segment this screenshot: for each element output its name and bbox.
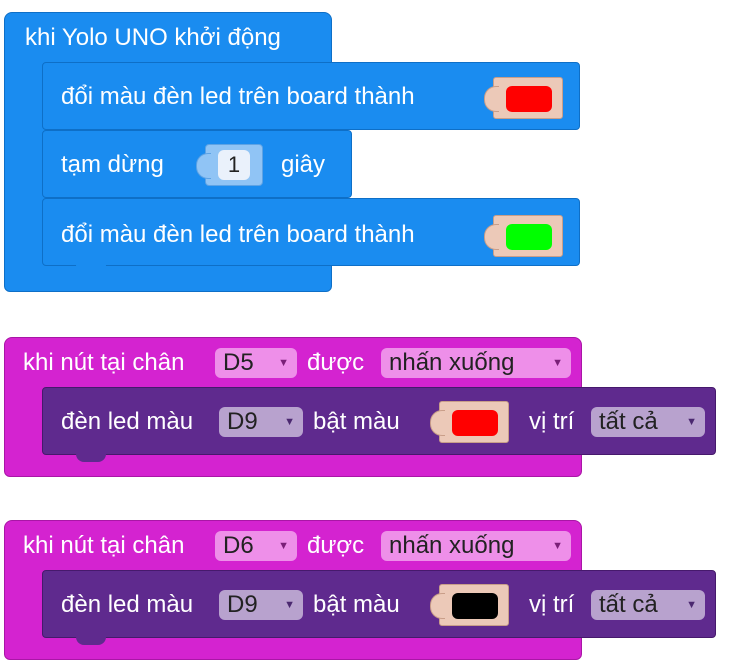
led-body-label: đèn led màu	[61, 408, 194, 435]
position-value: tất cả	[599, 408, 658, 435]
button-event-mid: được	[307, 532, 365, 559]
led-body-label: đèn led màu	[61, 591, 194, 618]
led-pin-dropdown[interactable]: D9 ▼	[219, 407, 303, 437]
action-value: nhấn xuống	[389, 349, 515, 376]
led-pin-value: D9	[227, 408, 258, 435]
button-event-prefix: khi nút tại chân	[23, 532, 185, 559]
position-label: vị trí	[529, 408, 575, 435]
action-dropdown[interactable]: nhấn xuống ▼	[381, 531, 571, 561]
pause-unit: giây	[281, 151, 326, 178]
chevron-down-icon: ▼	[552, 357, 563, 369]
position-value: tất cả	[599, 591, 658, 618]
chevron-down-icon: ▼	[278, 357, 289, 369]
color-swatch-red[interactable]	[506, 86, 552, 112]
position-dropdown[interactable]: tất cả ▼	[591, 407, 705, 437]
chevron-down-icon: ▼	[686, 416, 697, 428]
led-pin-value: D9	[227, 591, 258, 618]
led-color-step-2[interactable]: đổi màu đèn led trên board thành	[42, 198, 580, 266]
startup-event-label: khi Yolo UNO khởi động	[25, 24, 281, 51]
color-picker-2[interactable]	[484, 215, 563, 257]
led-color-label-2: đổi màu đèn led trên board thành	[61, 221, 415, 248]
action-value: nhấn xuống	[389, 532, 515, 559]
block-notch	[76, 637, 106, 645]
block-notch	[76, 454, 106, 462]
pin-dropdown[interactable]: D5 ▼	[215, 348, 297, 378]
pin-value: D5	[223, 349, 254, 376]
pause-value[interactable]: 1	[218, 150, 250, 180]
color-swatch-red[interactable]	[452, 410, 498, 436]
led-pin-dropdown[interactable]: D9 ▼	[219, 590, 303, 620]
color-swatch-black[interactable]	[452, 593, 498, 619]
chevron-down-icon: ▼	[686, 599, 697, 611]
color-picker-d5[interactable]	[430, 401, 509, 443]
block-notch	[76, 265, 106, 273]
led-color-step-1[interactable]: đổi màu đèn led trên board thành	[42, 62, 580, 130]
pin-value: D6	[223, 532, 254, 559]
button-event-mid: được	[307, 349, 365, 376]
pause-label: tạm dừng	[61, 151, 164, 178]
color-picker-d6[interactable]	[430, 584, 509, 626]
position-dropdown[interactable]: tất cả ▼	[591, 590, 705, 620]
led-on-step-d5[interactable]: đèn led màu D9 ▼ bật màu vị trí tất cả ▼	[42, 387, 716, 455]
pin-dropdown[interactable]: D6 ▼	[215, 531, 297, 561]
led-on-step-d6[interactable]: đèn led màu D9 ▼ bật màu vị trí tất cả ▼	[42, 570, 716, 638]
action-dropdown[interactable]: nhấn xuống ▼	[381, 348, 571, 378]
chevron-down-icon: ▼	[284, 416, 295, 428]
button-event-prefix: khi nút tại chân	[23, 349, 185, 376]
led-color-label-1: đổi màu đèn led trên board thành	[61, 83, 415, 110]
color-picker-1[interactable]	[484, 77, 563, 119]
position-label: vị trí	[529, 591, 575, 618]
led-on-label: bật màu	[313, 408, 400, 435]
pause-number-input[interactable]: 1	[196, 144, 263, 186]
chevron-down-icon: ▼	[552, 540, 563, 552]
color-swatch-green[interactable]	[506, 224, 552, 250]
led-on-label: bật màu	[313, 591, 400, 618]
chevron-down-icon: ▼	[284, 599, 295, 611]
chevron-down-icon: ▼	[278, 540, 289, 552]
pause-step[interactable]: tạm dừng 1 giây	[42, 130, 352, 198]
